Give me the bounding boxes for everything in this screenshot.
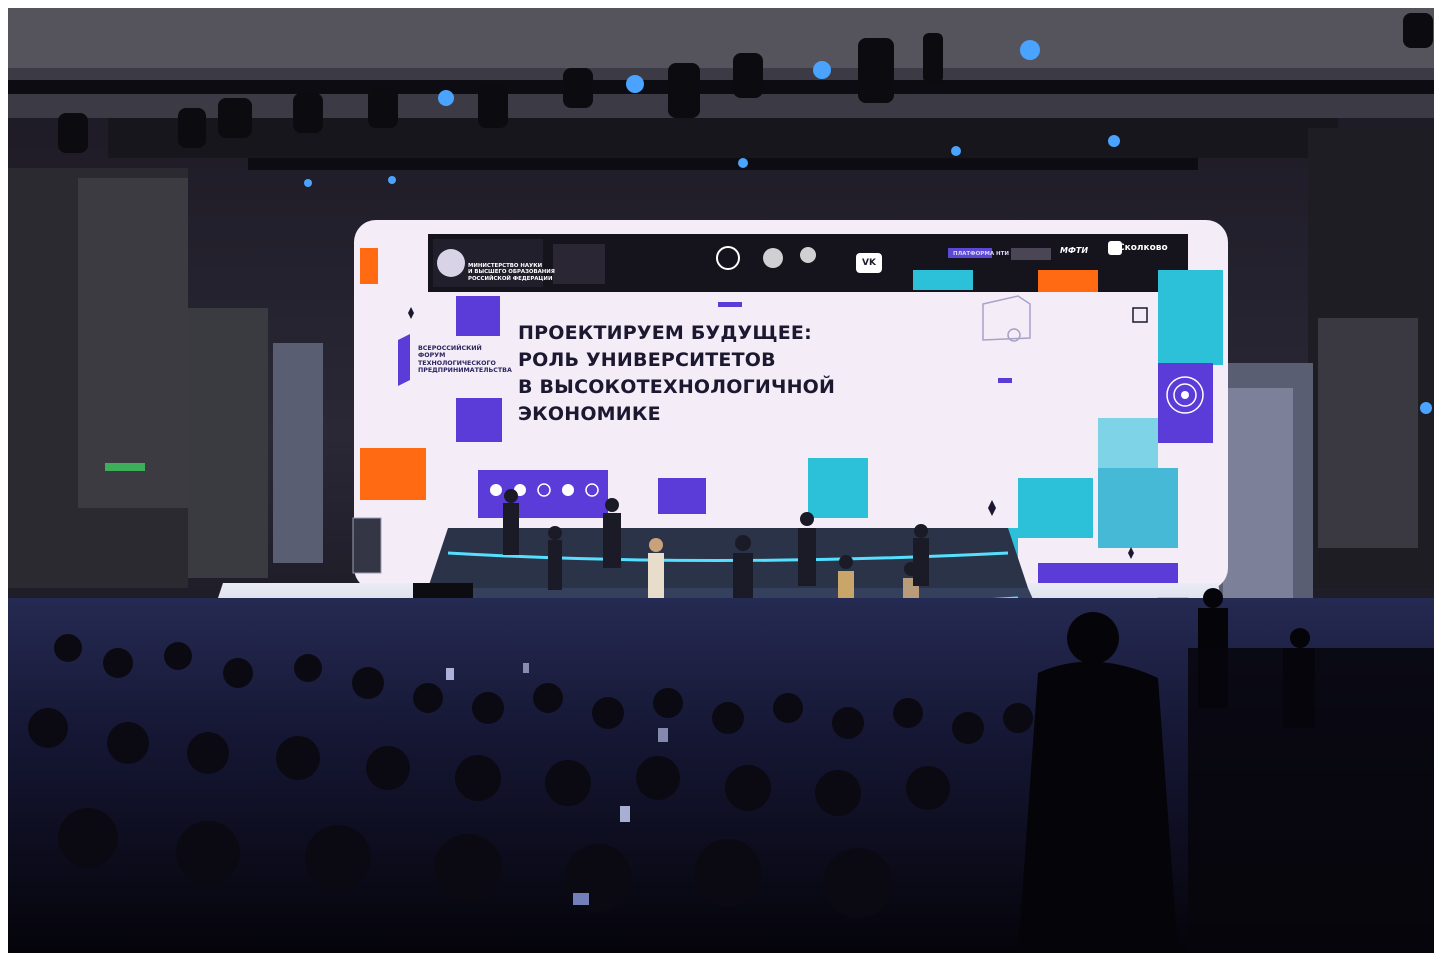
region-emblem-icon xyxy=(763,248,783,268)
nti-platform-logo: ПЛАТФОРМА НТИ xyxy=(953,251,1009,257)
ministry-line: И ВЫСШЕГО ОБРАЗОВАНИЯ xyxy=(468,269,555,276)
vk-logo: VK xyxy=(856,253,882,273)
conference-photo: ПРОЕКТИРУЕМ БУДУЩЕЕ: РОЛЬ УНИВЕРСИТЕТОВ … xyxy=(8,8,1434,953)
headline-line: ЭКОНОМИКЕ xyxy=(518,403,661,425)
ministry-line: РОССИЙСКОЙ ФЕДЕРАЦИИ xyxy=(468,275,553,282)
truss-tower-left xyxy=(352,517,382,574)
forum-name-line: ФОРУМ xyxy=(418,352,446,360)
forum-name: ВСЕРОССИЙСКИЙ ФОРУМ ТЕХНОЛОГИЧЕСКОГО ПРЕ… xyxy=(418,345,528,375)
right-dark-area xyxy=(1188,648,1434,953)
samara-university-icon xyxy=(800,247,816,263)
purple-block-left xyxy=(456,398,502,442)
cyan-block xyxy=(1158,270,1223,365)
skolkovo-logo: Сколково xyxy=(1118,243,1168,253)
left-decor-column xyxy=(273,343,323,563)
purple-target-block xyxy=(1158,363,1213,443)
ministry-emblem-icon xyxy=(437,249,465,277)
mfti-logo: МФТИ xyxy=(1060,246,1089,255)
lighting-truss-lower xyxy=(248,158,1198,170)
purple-block xyxy=(456,296,500,336)
lighting-truss-upper xyxy=(8,80,1434,94)
orange-block-lower xyxy=(360,448,426,500)
forum-name-line: ПРЕДПРИНИМАТЕЛЬСТВА xyxy=(418,367,512,375)
scene-graphic xyxy=(8,8,1434,953)
orange-block xyxy=(360,248,378,284)
screen-headline: ПРОЕКТИРУЕМ БУДУЩЕЕ: РОЛЬ УНИВЕРСИТЕТОВ … xyxy=(518,320,878,428)
ministry-name: МИНИСТЕРСТВО НАУКИ И ВЫСШЕГО ОБРАЗОВАНИЯ… xyxy=(468,263,558,282)
forum-name-line: ТЕХНОЛОГИЧЕСКОГО xyxy=(418,359,496,367)
forum-name-line: ВСЕРОССИЙСКИЙ xyxy=(418,345,482,352)
headline-line: РОЛЬ УНИВЕРСИТЕТОВ xyxy=(518,349,776,371)
forum-logo-icon xyxy=(398,334,410,386)
headline-line: ПРОЕКТИРУЕМ БУДУЩЕЕ: xyxy=(518,322,812,344)
exit-sign xyxy=(105,463,145,471)
headline-line: В ВЫСОКОТЕХНОЛОГИЧНОЙ xyxy=(518,376,836,398)
